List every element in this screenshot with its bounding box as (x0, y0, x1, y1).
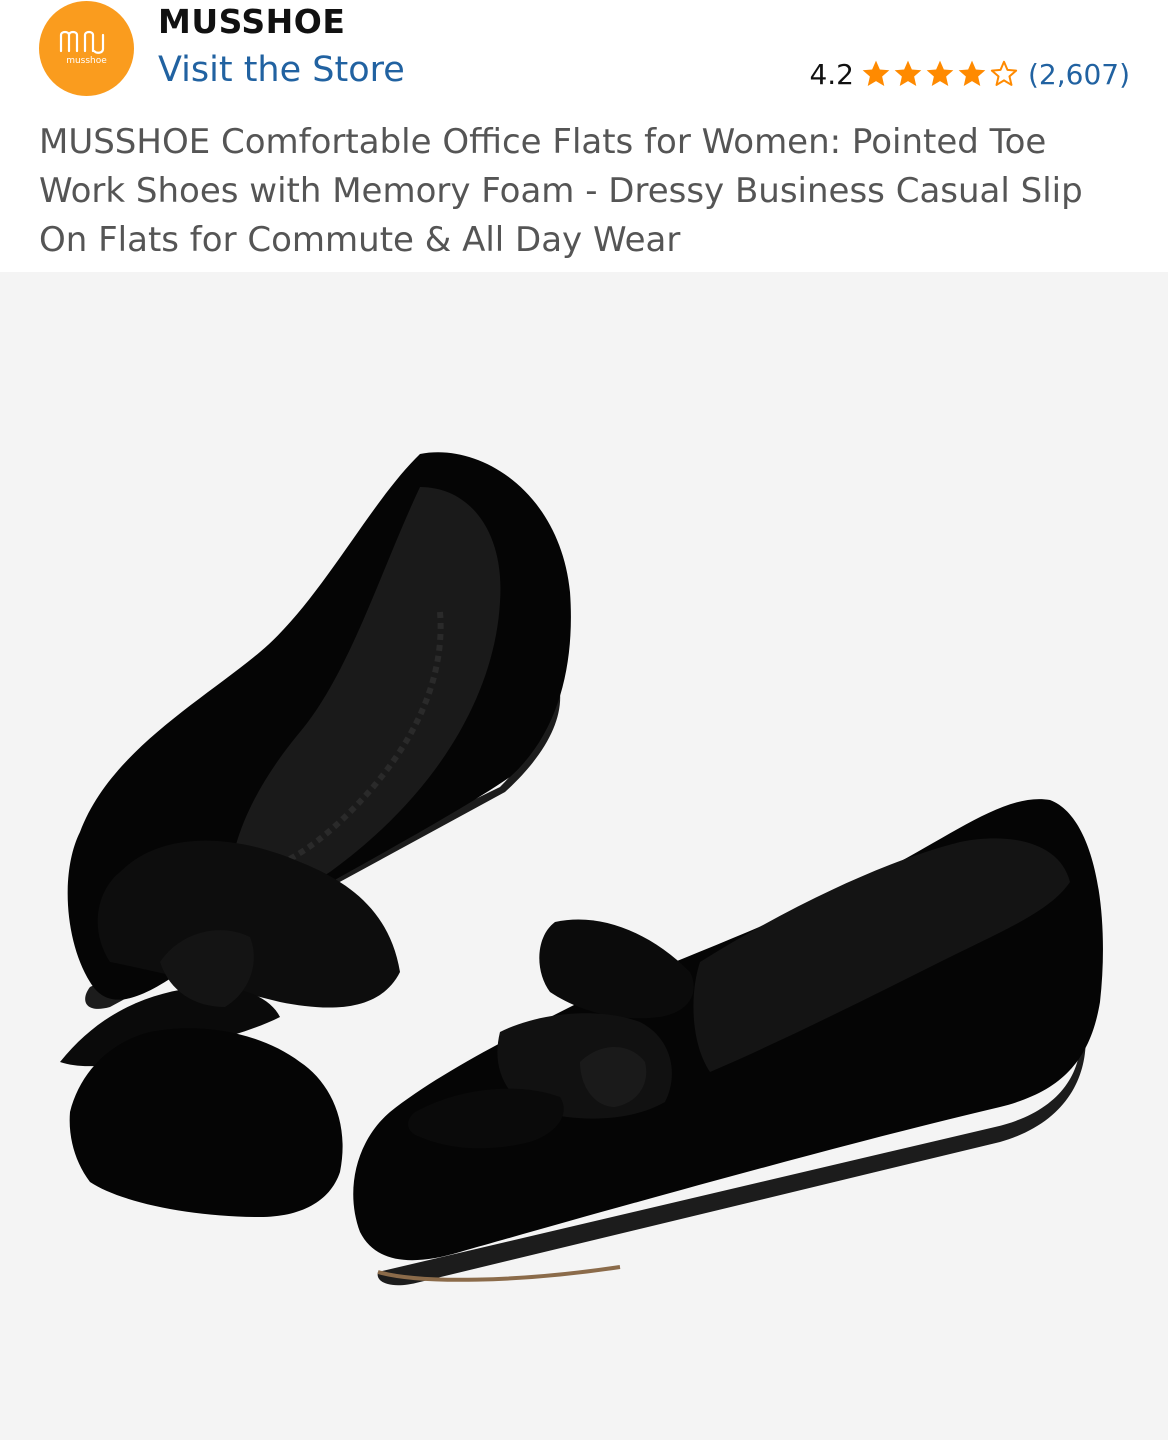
musshoe-logo-icon: musshoe (59, 30, 107, 66)
star-filled-icon (862, 60, 890, 86)
star-empty-icon (990, 60, 1018, 86)
visit-store-link[interactable]: Visit the Store (158, 50, 405, 90)
star-filled-icon (926, 60, 954, 86)
star-filled-icon (958, 60, 986, 86)
shoes-illustration (60, 452, 1103, 1286)
product-image[interactable] (0, 272, 1168, 1440)
rating-summary[interactable]: 4.2 (2,607) (809, 54, 1130, 94)
star-filled-icon (894, 60, 922, 86)
product-title: MUSSHOE Comfortable Office Flats for Wom… (39, 122, 1083, 260)
svg-text:musshoe: musshoe (66, 56, 107, 66)
star-rating (860, 58, 1020, 90)
rating-value: 4.2 (809, 57, 854, 91)
rating-count-link[interactable]: (2,607) (1028, 58, 1130, 91)
store-name: MUSSHOE (158, 2, 346, 41)
product-header: musshoe MUSSHOE Visit the Store 4.2 (2,6… (0, 0, 1168, 272)
right-shoe (353, 799, 1103, 1286)
store-logo[interactable]: musshoe (39, 1, 134, 96)
